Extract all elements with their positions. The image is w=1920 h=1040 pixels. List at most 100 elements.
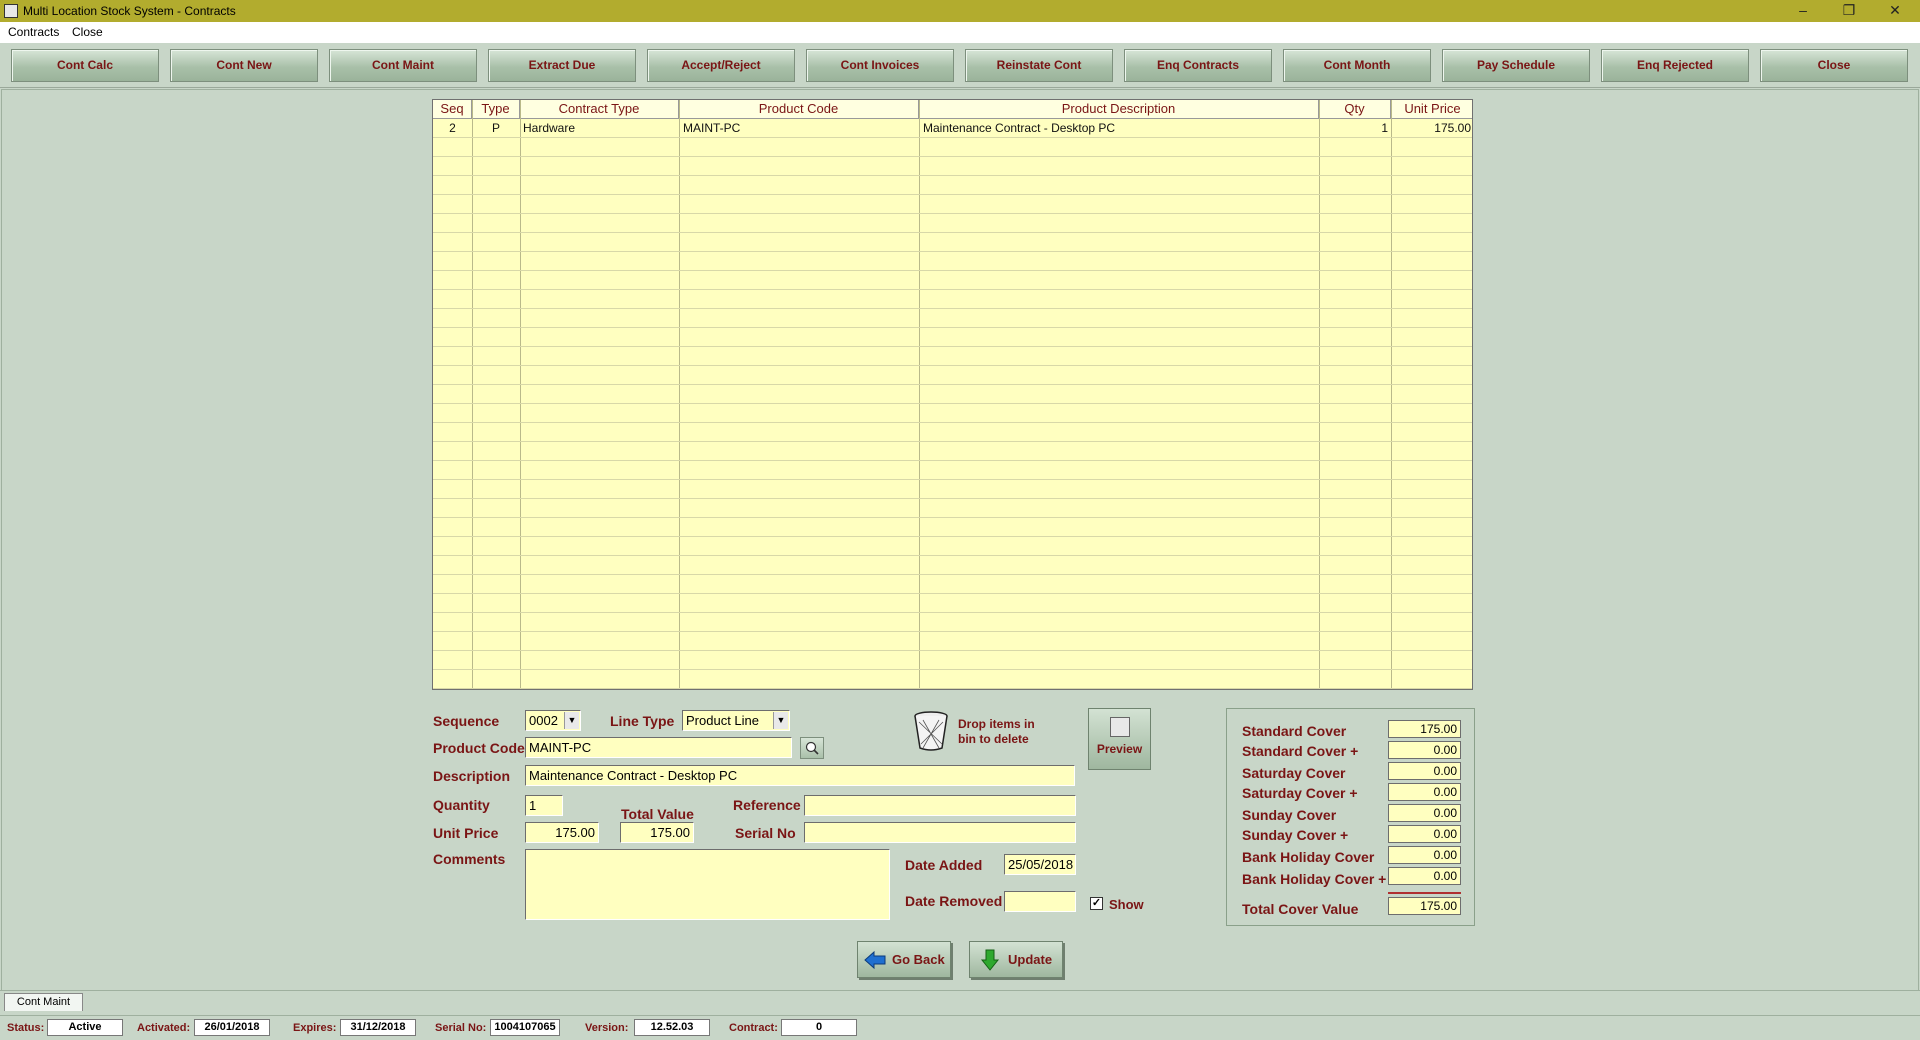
date-removed-input[interactable]	[1004, 891, 1076, 912]
table-row-empty[interactable]	[433, 233, 1472, 252]
table-row-empty[interactable]	[433, 613, 1472, 632]
table-row-empty[interactable]	[433, 252, 1472, 271]
arrow-down-icon	[980, 949, 1000, 971]
status-label: Status:	[7, 1022, 45, 1034]
minimize-button[interactable]: –	[1780, 0, 1826, 22]
cell-contract-type: Hardware	[523, 121, 576, 135]
cover-label: Sunday Cover	[1242, 807, 1337, 823]
table-row-empty[interactable]	[433, 670, 1472, 689]
pay-schedule-button[interactable]: Pay Schedule	[1442, 49, 1590, 82]
total-divider	[1388, 892, 1461, 894]
table-row-empty[interactable]	[433, 347, 1472, 366]
table-row-empty[interactable]	[433, 271, 1472, 290]
unit-price-input[interactable]: 175.00	[525, 822, 599, 843]
table-row-empty[interactable]	[433, 157, 1472, 176]
extract-due-button[interactable]: Extract Due	[488, 49, 636, 82]
cover-value: 175.00	[1388, 720, 1461, 738]
menu-contracts[interactable]: Contracts	[8, 25, 59, 39]
enq-contracts-button[interactable]: Enq Contracts	[1124, 49, 1272, 82]
update-button[interactable]: Update	[969, 941, 1063, 978]
accept-reject-button[interactable]: Accept/Reject	[647, 49, 795, 82]
date-added-input[interactable]: 25/05/2018	[1004, 854, 1076, 875]
preview-icon	[1109, 717, 1130, 737]
table-row-empty[interactable]	[433, 575, 1472, 594]
date-removed-label: Date Removed	[905, 893, 1003, 909]
menu-bar: Contracts Close	[0, 22, 1920, 43]
table-row-empty[interactable]	[433, 328, 1472, 347]
product-code-input[interactable]: MAINT-PC	[525, 737, 792, 758]
col-product-description[interactable]: Product Description	[919, 100, 1319, 119]
show-label: Show	[1109, 897, 1144, 912]
cont-invoices-button[interactable]: Cont Invoices	[806, 49, 954, 82]
cover-label: Standard Cover	[1242, 723, 1347, 739]
total-value-label: Total Value	[621, 806, 694, 822]
table-row-empty[interactable]	[433, 537, 1472, 556]
cover-label: Sunday Cover +	[1242, 827, 1349, 843]
cell-qty: 1	[1381, 121, 1388, 135]
trash-bin-icon[interactable]	[913, 710, 949, 752]
table-row-empty[interactable]	[433, 366, 1472, 385]
title-bar: Multi Location Stock System - Contracts …	[0, 0, 1920, 22]
quantity-input[interactable]: 1	[525, 795, 563, 816]
grid-header: Seq Type Contract Type Product Code Prod…	[433, 100, 1472, 119]
cover-value: 0.00	[1388, 783, 1461, 801]
table-row-empty[interactable]	[433, 518, 1472, 537]
reference-input[interactable]	[804, 795, 1076, 816]
close-button[interactable]: Close	[1760, 49, 1908, 82]
table-row-empty[interactable]	[433, 499, 1472, 518]
cover-label: Standard Cover +	[1242, 743, 1359, 759]
table-row-empty[interactable]	[433, 176, 1472, 195]
restore-button[interactable]: ❐	[1826, 0, 1872, 22]
table-row-empty[interactable]	[433, 442, 1472, 461]
table-row-empty[interactable]	[433, 195, 1472, 214]
menu-close[interactable]: Close	[72, 25, 103, 39]
table-row-empty[interactable]	[433, 632, 1472, 651]
total-value-field: 175.00	[620, 822, 694, 843]
table-row-empty[interactable]	[433, 385, 1472, 404]
cover-label: Bank Holiday Cover +	[1242, 871, 1387, 887]
cont-new-button[interactable]: Cont New	[170, 49, 318, 82]
line-type-select[interactable]: Product Line ▼	[682, 710, 790, 731]
version-value: 12.52.03	[634, 1019, 710, 1036]
table-row-empty[interactable]	[433, 556, 1472, 575]
table-row-empty[interactable]	[433, 290, 1472, 309]
table-row-empty[interactable]	[433, 214, 1472, 233]
reinstate-cont-button[interactable]: Reinstate Cont	[965, 49, 1113, 82]
col-type[interactable]: Type	[472, 100, 520, 119]
sequence-select[interactable]: 0002 ▼	[525, 710, 581, 731]
window-close-button[interactable]: ✕	[1872, 0, 1918, 22]
contract-lines-grid[interactable]: Seq Type Contract Type Product Code Prod…	[432, 99, 1473, 690]
table-row-empty[interactable]	[433, 651, 1472, 670]
description-input[interactable]: Maintenance Contract - Desktop PC	[525, 765, 1075, 786]
cont-calc-button[interactable]: Cont Calc	[11, 49, 159, 82]
go-back-button[interactable]: Go Back	[857, 941, 951, 978]
app-icon	[4, 4, 18, 18]
col-unit-price[interactable]: Unit Price	[1391, 100, 1472, 119]
enq-rejected-button[interactable]: Enq Rejected	[1601, 49, 1749, 82]
update-label: Update	[1008, 952, 1053, 967]
serial-no-input[interactable]	[804, 822, 1076, 843]
chevron-down-icon[interactable]: ▼	[564, 712, 579, 729]
table-row-empty[interactable]	[433, 461, 1472, 480]
cont-maint-button[interactable]: Cont Maint	[329, 49, 477, 82]
table-row-empty[interactable]	[433, 594, 1472, 613]
col-qty[interactable]: Qty	[1319, 100, 1391, 119]
comments-textarea[interactable]	[525, 849, 890, 920]
col-product-code[interactable]: Product Code	[679, 100, 919, 119]
table-row-empty[interactable]	[433, 309, 1472, 328]
col-contract-type[interactable]: Contract Type	[520, 100, 679, 119]
col-seq[interactable]: Seq	[433, 100, 472, 119]
table-row-empty[interactable]	[433, 138, 1472, 157]
search-icon[interactable]	[800, 737, 824, 759]
table-row-empty[interactable]	[433, 423, 1472, 442]
table-row-empty[interactable]	[433, 404, 1472, 423]
cont-month-button[interactable]: Cont Month	[1283, 49, 1431, 82]
preview-button[interactable]: Preview	[1088, 708, 1151, 770]
tab-cont-maint[interactable]: Cont Maint	[4, 993, 83, 1011]
contract-value: 0	[781, 1019, 857, 1036]
table-row[interactable]: 2 P Hardware MAINT-PC Maintenance Contra…	[433, 119, 1472, 138]
sequence-value: 0002	[529, 713, 558, 728]
table-row-empty[interactable]	[433, 480, 1472, 499]
chevron-down-icon[interactable]: ▼	[773, 712, 788, 729]
show-checkbox[interactable]: ✓	[1090, 897, 1103, 910]
